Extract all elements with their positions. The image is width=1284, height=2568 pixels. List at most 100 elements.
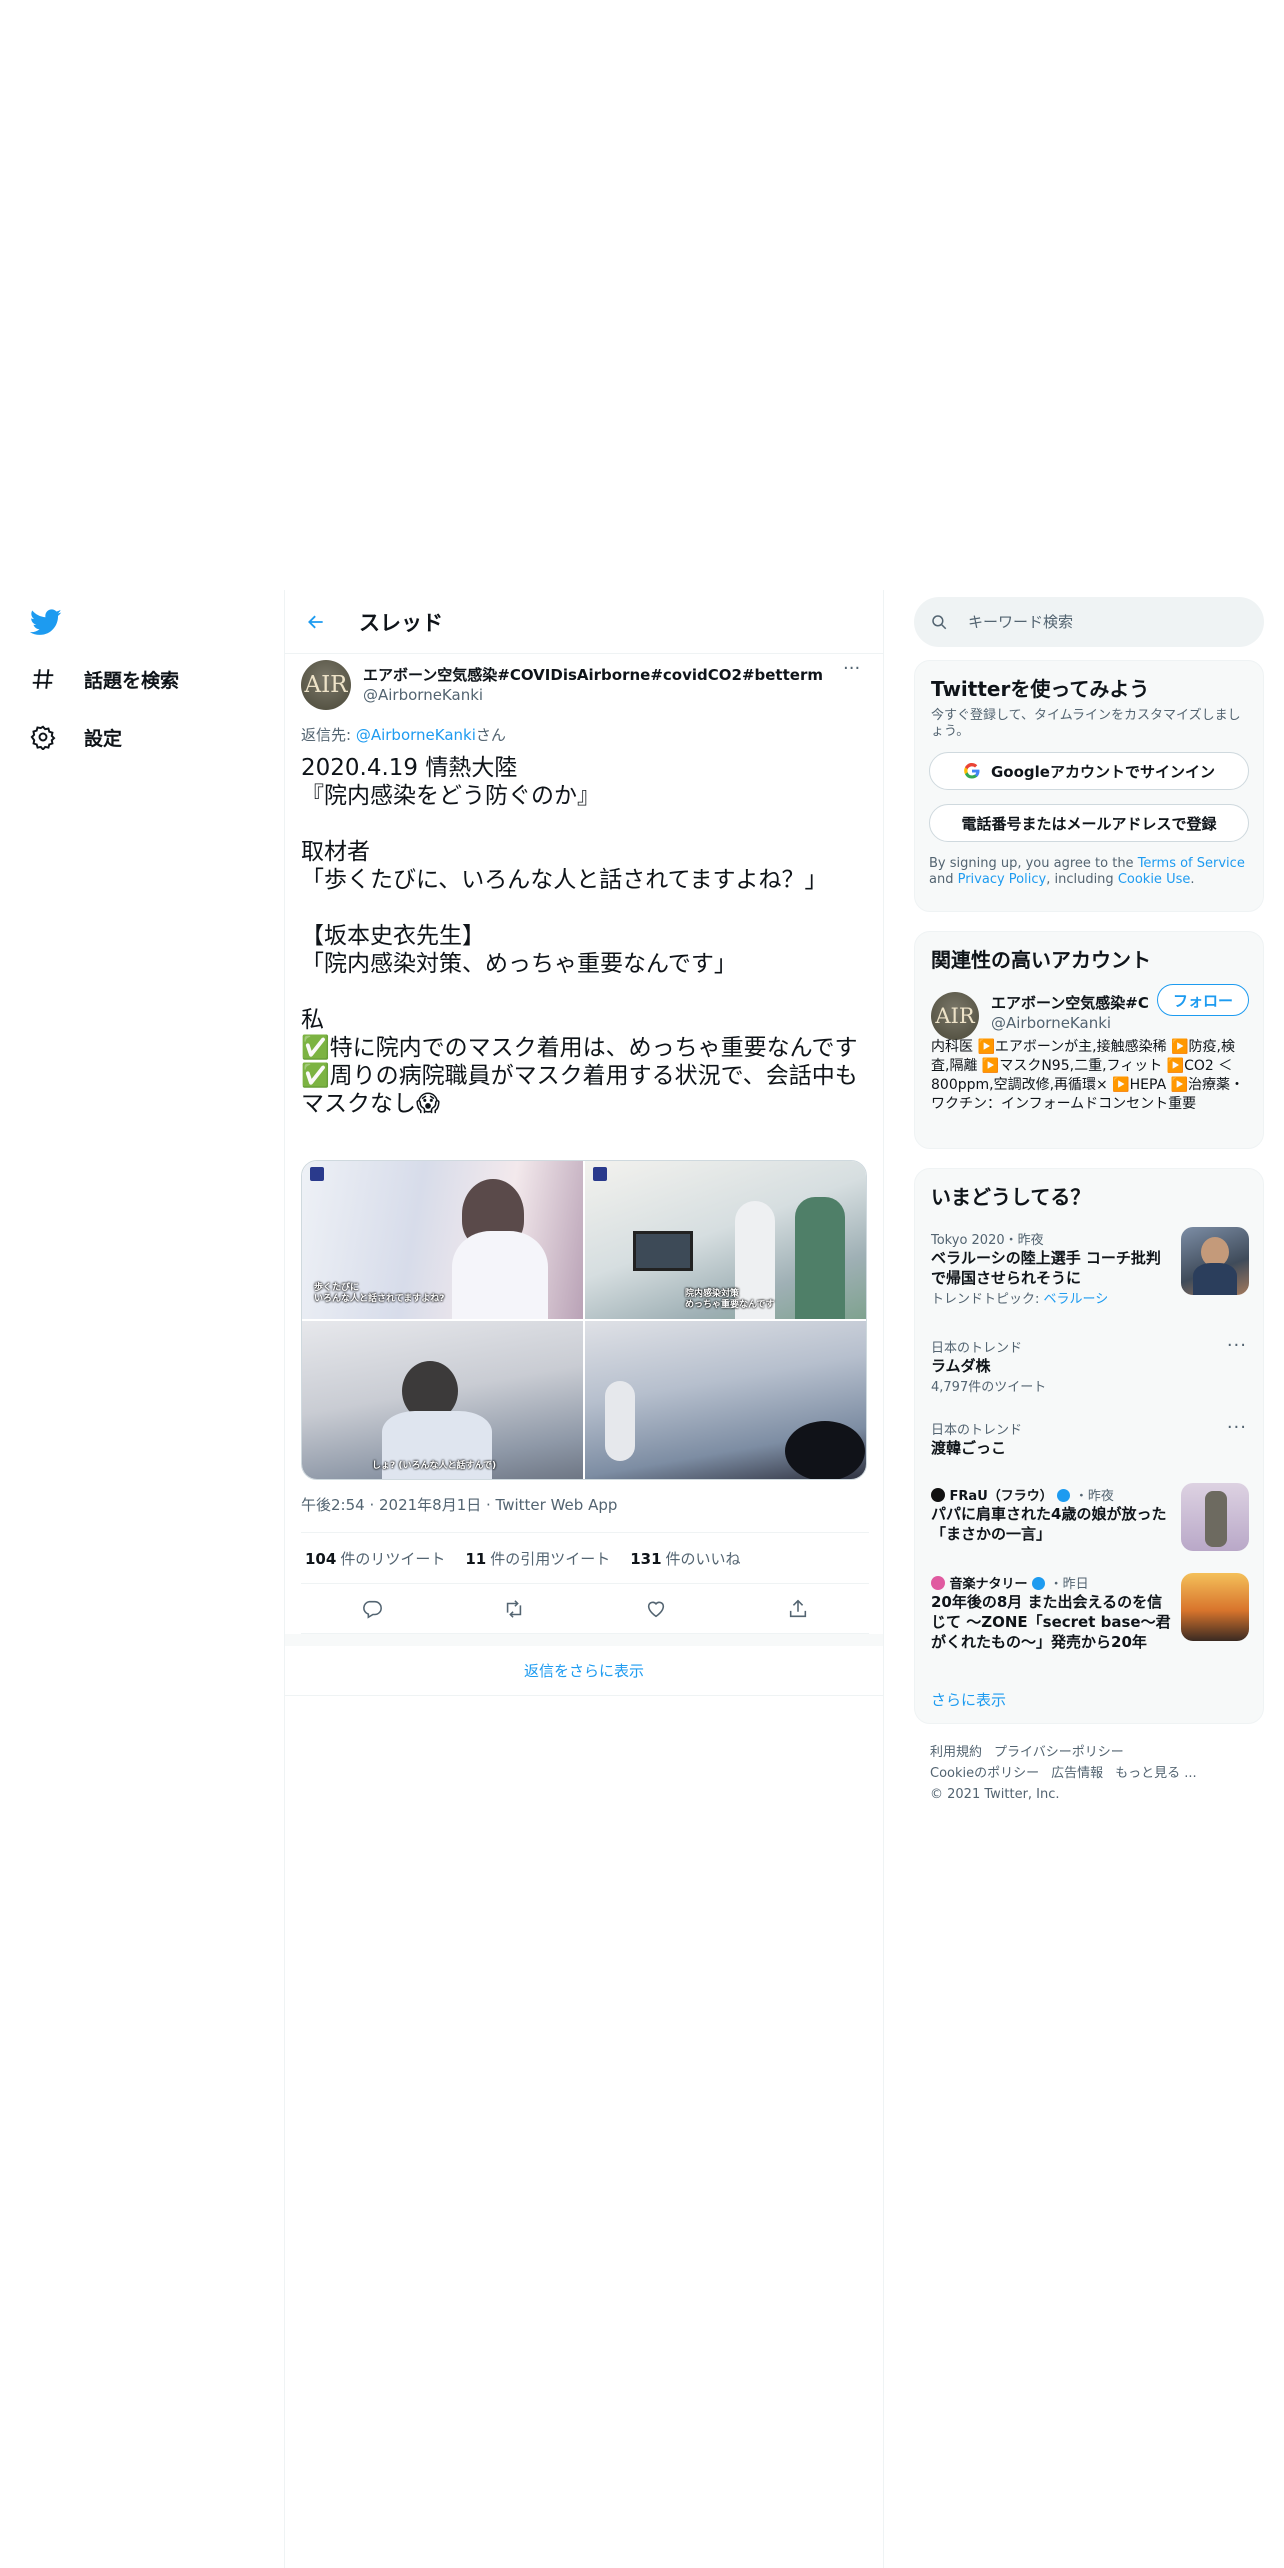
back-arrow-icon[interactable] [299,605,333,639]
channel-logo [593,1167,607,1181]
news-thumbnail[interactable] [1181,1573,1249,1641]
person-figure [605,1381,635,1461]
terms-link[interactable]: Terms of Service [1138,856,1245,871]
share-icon[interactable] [787,1598,809,1620]
cookie-link[interactable]: Cookie Use [1118,872,1191,887]
trend-title: ベラルーシの陸上選手 コーチ批判で帰国させられそうに [931,1249,1161,1287]
like-icon[interactable] [645,1598,667,1620]
like-stat[interactable]: 131 件のいいね [630,1548,740,1569]
trend-item[interactable]: 日本のトレンド ラムダ株 4,797件のツイート [931,1337,1249,1395]
trend-title: パパに肩車された4歳の娘が放った「まさかの一言」 [931,1505,1167,1543]
monitor-shape [633,1231,693,1271]
nav-settings-label: 設定 [84,727,123,750]
nav-settings[interactable]: 設定 [30,717,122,757]
legal-including: , including [1046,872,1118,887]
author-handle[interactable]: @AirborneKanki [363,686,483,704]
main-column: スレッド AIR エアボーン空気感染#COVIDisAirborne#covid… [284,590,884,2568]
retweet-count: 104 [305,1549,337,1568]
avatar[interactable]: AIR [301,660,351,710]
signup-title: Twitterを使ってみよう [931,677,1150,701]
media-caption-1: 歩くたびに いろんな人と話されてますよね? [314,1283,445,1304]
search-bar[interactable] [914,597,1264,647]
signup-legal: By signing up, you agree to the Terms of… [915,842,1263,888]
news-source-name: 音楽ナタリー [949,1577,1028,1592]
reply-to-line: 返信先: @AirborneKankiさん [301,724,506,745]
search-icon [932,615,947,630]
tweet-actions [301,1584,869,1634]
nav-explore-label: 話題を検索 [84,669,180,692]
media-photo-4[interactable] [585,1321,866,1479]
google-signin-button[interactable]: Googleアカウントでサインイン [929,752,1249,790]
footer-links: 利用規約 プライバシーポリシー Cookieのポリシー 広告情報 もっと見る ... … [930,1742,1209,1805]
media-photo-3[interactable]: しょ? (いろんな人と話すんで) [302,1321,583,1479]
legal-prefix: By signing up, you agree to the [929,856,1138,871]
related-name[interactable]: エアボーン空気感染#C [991,992,1161,1013]
footer-terms-link[interactable]: 利用規約 [930,1745,982,1760]
retweet-stat[interactable]: 104 件のリツイート [305,1548,445,1569]
google-signin-label: Googleアカウントでサインイン [991,762,1215,781]
twitter-logo-icon[interactable] [29,606,62,638]
more-options-icon[interactable]: ··· [1227,1335,1247,1356]
tweet-stats: 104 件のリツイート 11 件の引用ツイート 131 件のいいね [301,1532,869,1584]
follow-button[interactable]: フォロー [1157,984,1249,1016]
media-caption-2: 院内感染対策 めっちゃ重要なんです [685,1289,775,1310]
news-time: ・昨日 [1049,1577,1089,1592]
hashtag-icon [32,669,54,689]
trend-context: 日本のトレンド [931,1423,1023,1438]
quote-stat[interactable]: 11 件の引用ツイート [465,1548,610,1569]
related-handle[interactable]: @AirborneKanki [991,1014,1111,1032]
reply-prefix: 返信先: [301,726,356,744]
verified-icon [1057,1489,1071,1502]
reply-to-link[interactable]: @AirborneKanki [356,726,476,744]
trend-title: 20年後の8月 また出会えるのを信じて ～ZONE「secret base～君が… [931,1593,1171,1651]
trend-title: 渡韓ごっこ [931,1439,1007,1457]
media-photo-2[interactable]: 院内感染対策 めっちゃ重要なんです [585,1161,866,1319]
trend-item[interactable]: 日本のトレンド 渡韓ごっこ [931,1419,1249,1458]
signup-card: Twitterを使ってみよう 今すぐ登録して、タイムラインをカスタマイズしましょ… [914,660,1264,912]
page-title: スレッド [359,610,443,635]
media-grid[interactable]: 歩くたびに いろんな人と話されてますよね? 院内感染対策 めっちゃ重要なんです … [301,1160,867,1480]
trend-topic-prefix: トレンドトピック: [931,1292,1044,1307]
retweet-icon[interactable] [503,1598,525,1620]
signup-subtitle: 今すぐ登録して、タイムラインをカスタマイズしましょう。 [931,708,1241,739]
show-more-trends-link[interactable]: さらに表示 [931,1689,1006,1710]
more-options-icon[interactable]: ··· [1227,1417,1247,1438]
phone-signup-button[interactable]: 電話番号またはメールアドレスで登録 [929,804,1249,842]
like-count: 131 [630,1549,662,1568]
retweet-label: 件のリツイート [340,1549,446,1568]
trend-topic-link[interactable]: ベラルーシ [1044,1292,1109,1307]
search-input[interactable] [968,613,1208,631]
reply-suffix: さん [475,726,506,744]
more-options-icon[interactable]: ··· [843,658,860,679]
show-more-replies-button[interactable]: 返信をさらに表示 [285,1646,883,1696]
media-caption-3: しょ? (いろんな人と話すんで) [372,1461,497,1471]
trend-thumbnail[interactable] [1181,1227,1249,1295]
news-source-name: FRaU（フラウ） [949,1489,1053,1504]
footer-more-link[interactable]: もっと見る ... [1115,1766,1197,1781]
related-bio: 内科医 ▶️エアボーンが主,接触感染稀 ▶️防疫,検査,隔離 ▶️マスクN95,… [931,1039,1245,1112]
quote-count: 11 [465,1549,487,1568]
reply-icon[interactable] [361,1598,383,1620]
tweet-text: 2020.4.19 情熱大陸 『院内感染をどう防ぐのか』 取材者 「歩くたびに、… [301,755,858,1117]
privacy-link[interactable]: Privacy Policy [958,872,1047,887]
tweet-timestamp[interactable]: 午後2:54 · 2021年8月1日 · Twitter Web App [301,1494,617,1515]
author-name[interactable]: エアボーン空気感染#COVIDisAirborne#covidCO2#bette… [363,664,823,685]
news-thumbnail[interactable] [1181,1483,1249,1551]
white-coat [452,1231,548,1319]
news-time: ・昨夜 [1074,1489,1114,1504]
nav-explore[interactable]: 話題を検索 [30,659,179,699]
figure-shape [1205,1491,1227,1547]
footer-cookie-link[interactable]: Cookieのポリシー [930,1766,1039,1781]
person-figure [795,1197,845,1319]
related-title: 関連性の高いアカウント [931,948,1151,972]
quote-label: 件の引用ツイート [490,1549,611,1568]
footer-ads-link[interactable]: 広告情報 [1051,1766,1103,1781]
media-photo-1[interactable]: 歩くたびに いろんな人と話されてますよね? [302,1161,583,1319]
legal-and: and [929,872,958,887]
source-logo-icon [931,1576,945,1590]
trend-title: ラムダ株 [931,1357,991,1375]
related-avatar-text: AIR [935,1004,975,1028]
avatar-text: AIR [304,672,348,698]
footer-privacy-link[interactable]: プライバシーポリシー [994,1745,1124,1760]
related-avatar[interactable]: AIR [931,992,979,1040]
